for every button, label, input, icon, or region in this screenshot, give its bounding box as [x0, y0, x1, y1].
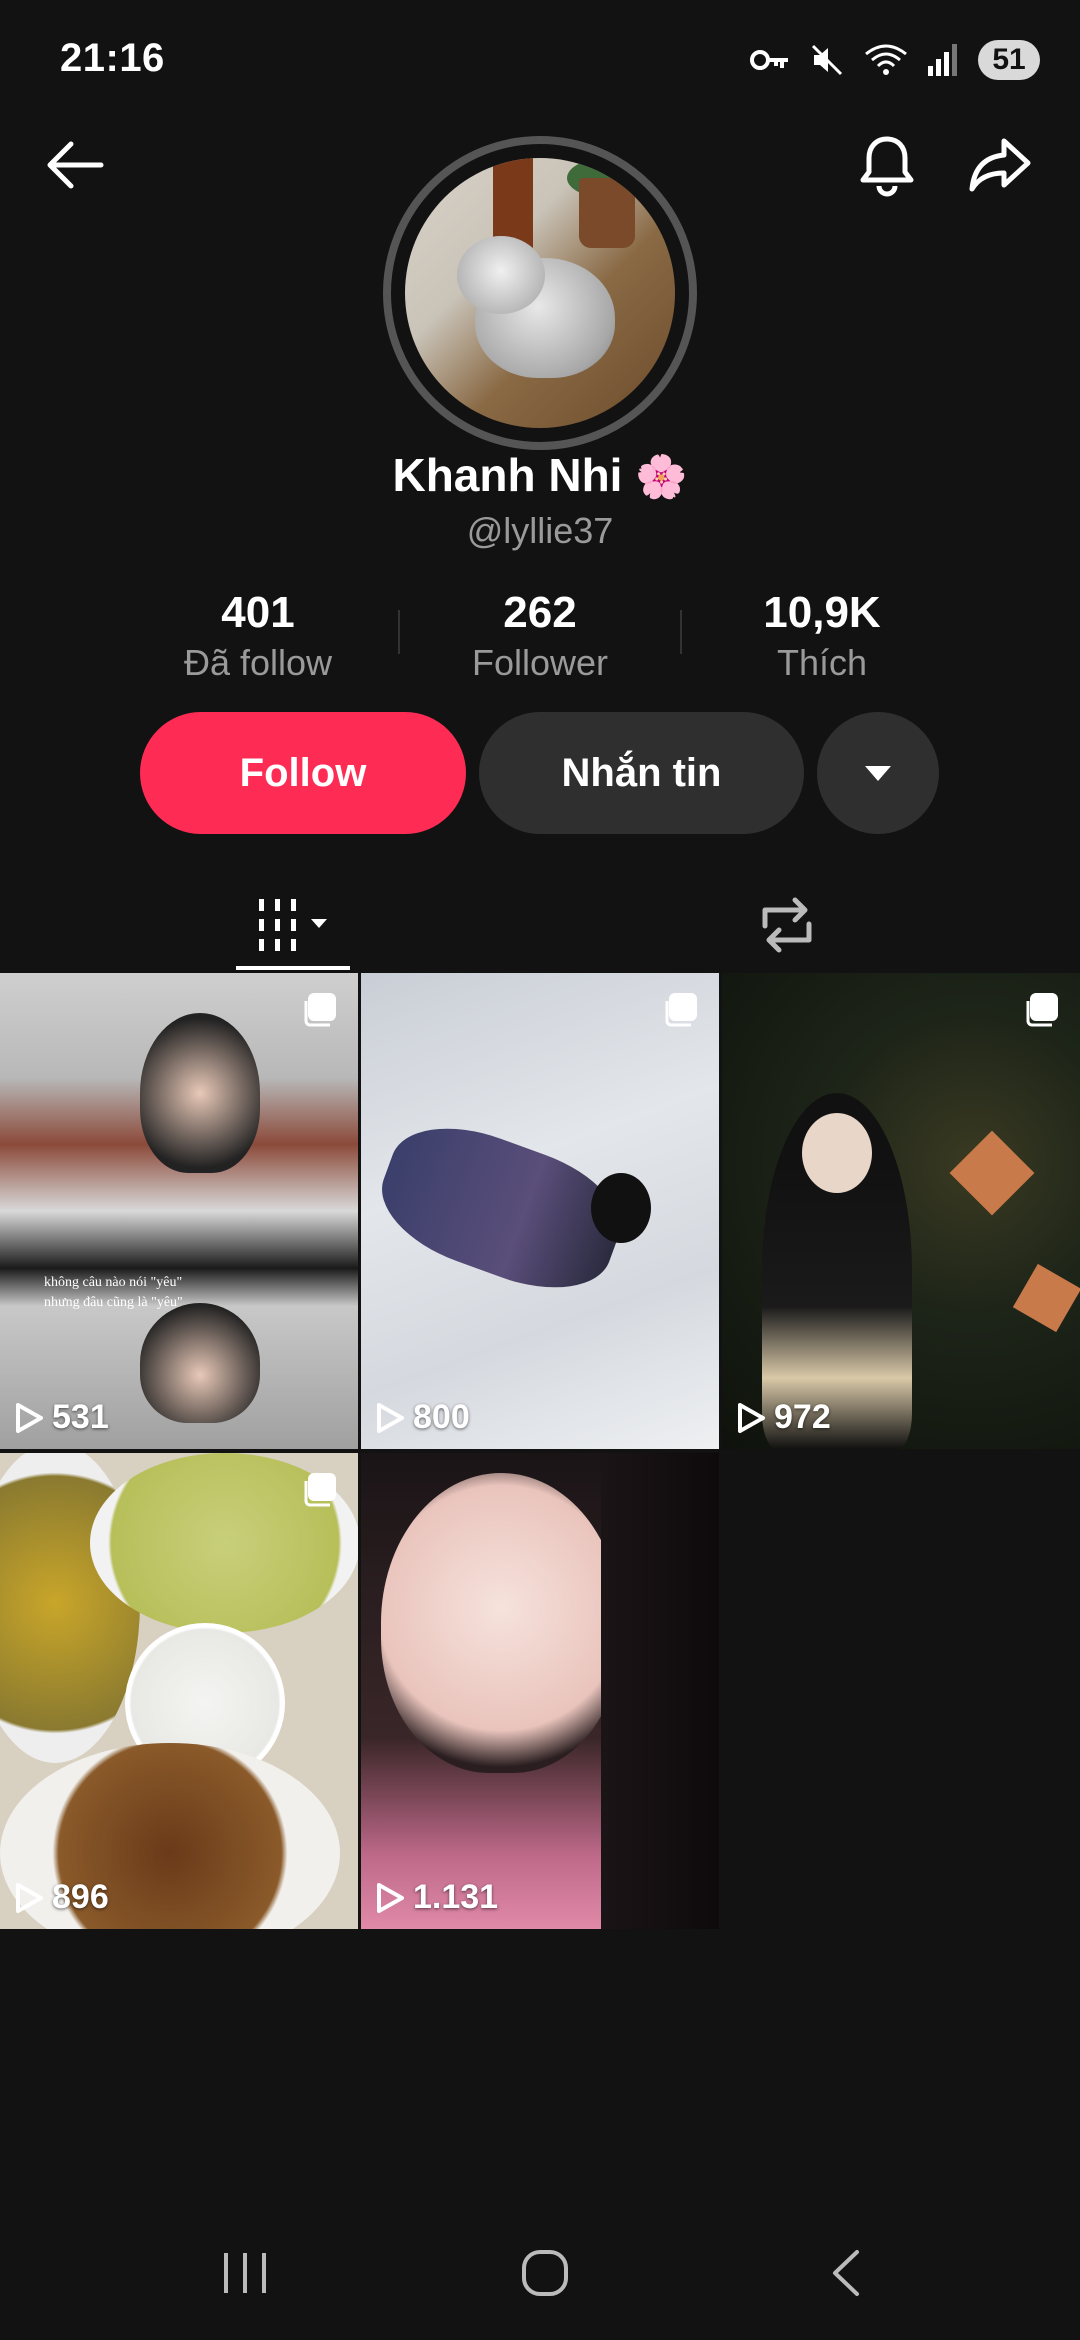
likes-count: 10,9K	[763, 588, 881, 637]
play-icon	[377, 1882, 404, 1913]
key-icon	[750, 50, 788, 70]
view-count: 896	[14, 1878, 109, 1917]
view-count: 1.131	[375, 1878, 498, 1917]
tab-active-indicator	[236, 966, 350, 970]
avatar	[405, 158, 675, 428]
grid-videos-icon	[259, 899, 327, 951]
display-name: Khanh Nhi	[392, 449, 623, 501]
status-icons: 51	[750, 38, 1040, 82]
play-icon	[16, 1402, 43, 1433]
followers-label: Follower	[471, 642, 609, 683]
play-icon	[377, 1402, 404, 1433]
home-button[interactable]	[500, 2238, 590, 2308]
view-count: 972	[736, 1398, 831, 1437]
following-label: Đã follow	[183, 642, 333, 683]
multi-photo-icon	[665, 993, 697, 1027]
followers-count: 262	[503, 588, 577, 637]
video-caption: không câu nào nói "yêu" nhưng đâu cũng l…	[44, 1275, 183, 1310]
battery-indicator: 51	[978, 40, 1040, 80]
notification-bell-button[interactable]	[852, 130, 922, 200]
video-thumbnail-1[interactable]: không câu nào nói "yêu" nhưng đâu cũng l…	[0, 973, 358, 1449]
multi-photo-icon	[304, 1473, 336, 1507]
follow-button[interactable]: Follow	[140, 712, 466, 834]
caret-down-icon	[865, 766, 891, 781]
flower-emoji: 🌸	[635, 453, 688, 500]
following-count: 401	[221, 588, 295, 637]
chevron-left-icon	[833, 2250, 859, 2296]
signal-icon	[928, 44, 957, 76]
multi-photo-icon	[304, 993, 336, 1027]
play-icon	[16, 1882, 43, 1913]
status-time: 21:16	[60, 36, 165, 80]
video-thumbnail-4[interactable]: 896	[0, 1453, 358, 1929]
home-icon	[522, 2250, 568, 2296]
mute-icon	[811, 44, 843, 76]
tab-reposts[interactable]	[674, 880, 900, 970]
message-button[interactable]: Nhắn tin	[479, 712, 804, 834]
stat-followers[interactable]: 262 Follower	[420, 588, 660, 684]
avatar-ring[interactable]	[383, 136, 697, 450]
repost-icon	[762, 897, 812, 953]
tab-videos[interactable]	[180, 880, 406, 970]
back-nav-button[interactable]	[800, 2238, 890, 2308]
share-icon	[969, 138, 1031, 192]
bell-icon	[860, 136, 914, 197]
wifi-icon	[865, 44, 907, 75]
stat-following[interactable]: 401 Đã follow	[138, 588, 378, 684]
stat-divider	[680, 610, 682, 654]
video-thumbnail-5[interactable]: 1.131	[361, 1453, 719, 1929]
back-arrow-icon	[47, 141, 104, 189]
share-button[interactable]	[965, 130, 1035, 200]
play-icon	[738, 1402, 765, 1433]
likes-label: Thích	[776, 642, 868, 683]
view-count: 800	[375, 1398, 470, 1437]
back-button[interactable]	[40, 130, 110, 200]
view-count: 531	[14, 1398, 109, 1437]
stat-likes[interactable]: 10,9K Thích	[702, 588, 942, 684]
stat-divider	[398, 610, 400, 654]
recent-apps-icon	[224, 2253, 266, 2293]
video-thumbnail-2[interactable]: 800	[361, 973, 719, 1449]
recent-apps-button[interactable]	[200, 2238, 290, 2308]
video-thumbnail-3[interactable]: 972	[722, 973, 1080, 1449]
profile-name: Khanh Nhi 🌸	[0, 448, 1080, 502]
multi-photo-icon	[1026, 993, 1058, 1027]
profile-handle: @lyllie37	[466, 510, 614, 551]
more-options-button[interactable]	[817, 712, 939, 834]
